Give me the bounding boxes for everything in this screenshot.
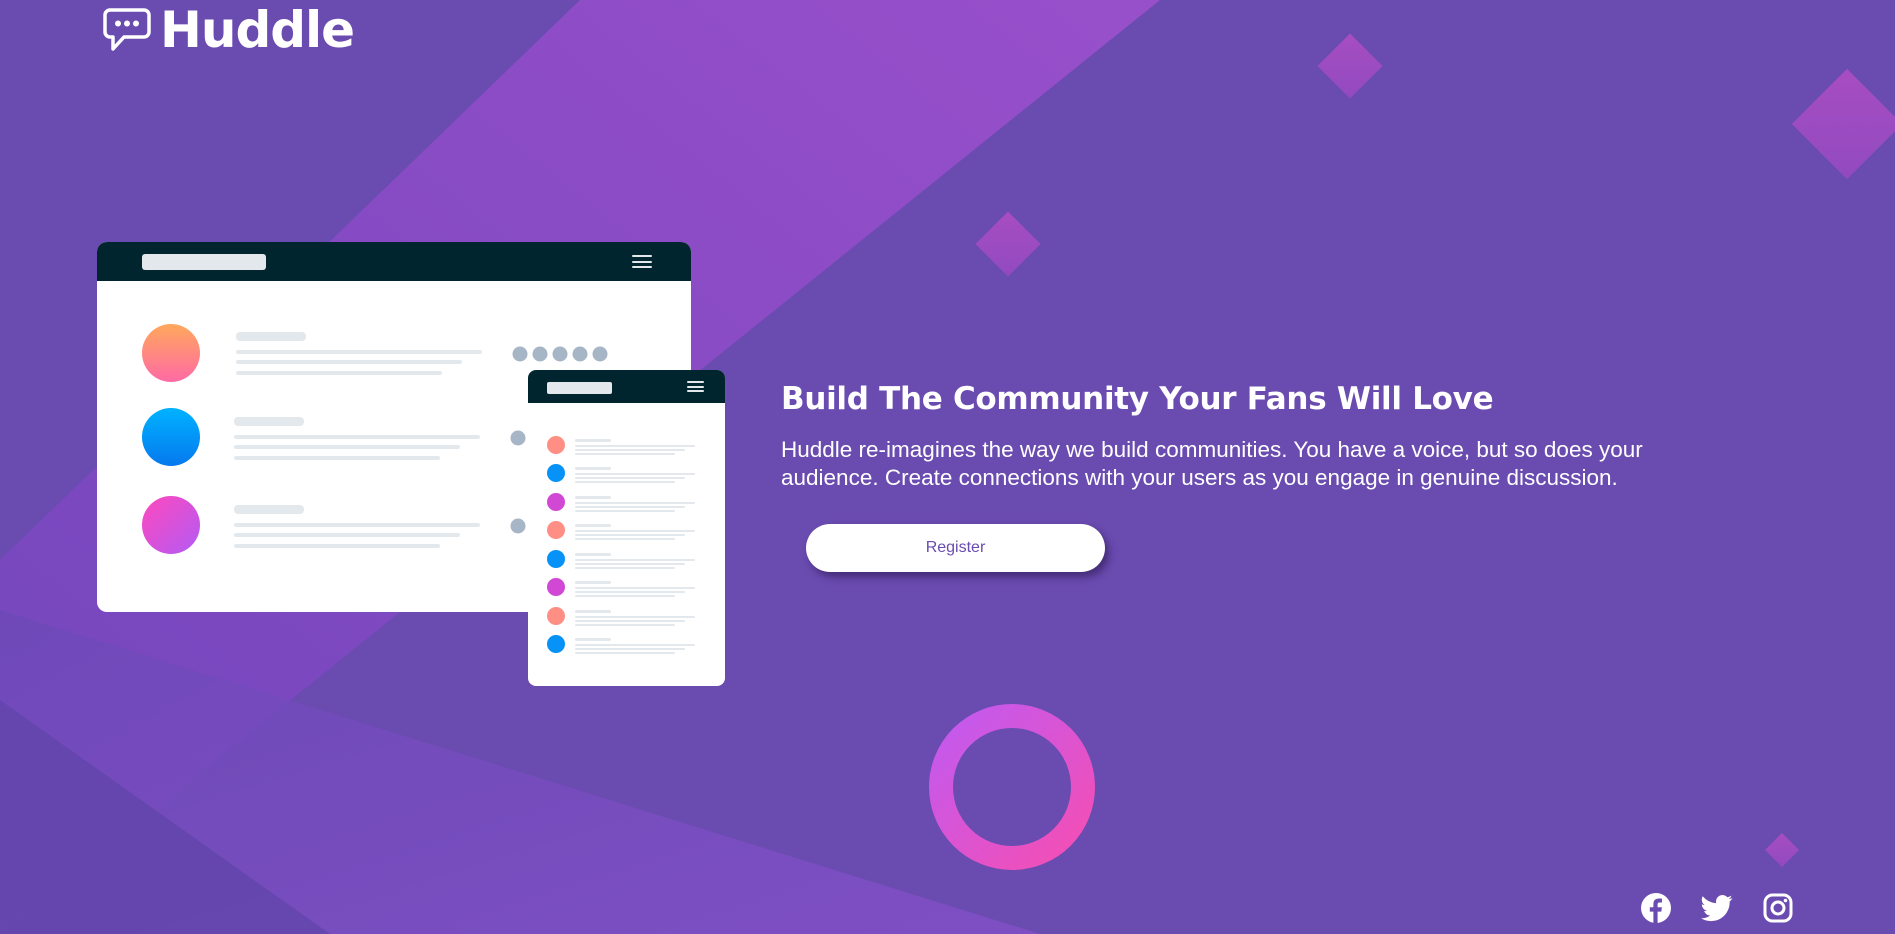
mockup-url-bar <box>142 254 266 270</box>
instagram-icon[interactable] <box>1762 892 1794 924</box>
register-button[interactable]: Register <box>806 524 1105 572</box>
hero-section: Build The Community Your Fans Will Love … <box>781 376 1741 492</box>
hero-description: Huddle re-imagines the way we build comm… <box>781 437 1643 490</box>
mockup-url-bar <box>547 382 612 394</box>
desktop-mockup-header <box>97 242 691 281</box>
hero-title: Build The Community Your Fans Will Love <box>781 381 1494 417</box>
hamburger-icon <box>687 381 704 392</box>
mobile-mockup-illustration <box>528 370 725 686</box>
mockup-row <box>142 496 526 554</box>
chat-bubble-icon <box>103 8 151 51</box>
mockup-row <box>142 408 526 466</box>
mobile-mockup-header <box>528 370 725 403</box>
hamburger-icon <box>632 255 652 268</box>
logo[interactable]: Huddle <box>102 1 355 59</box>
ring-shape <box>929 704 1095 870</box>
logo-text: Huddle <box>160 1 355 59</box>
twitter-icon[interactable] <box>1701 892 1733 924</box>
facebook-icon[interactable] <box>1640 892 1672 924</box>
mobile-mockup-content <box>547 436 695 654</box>
